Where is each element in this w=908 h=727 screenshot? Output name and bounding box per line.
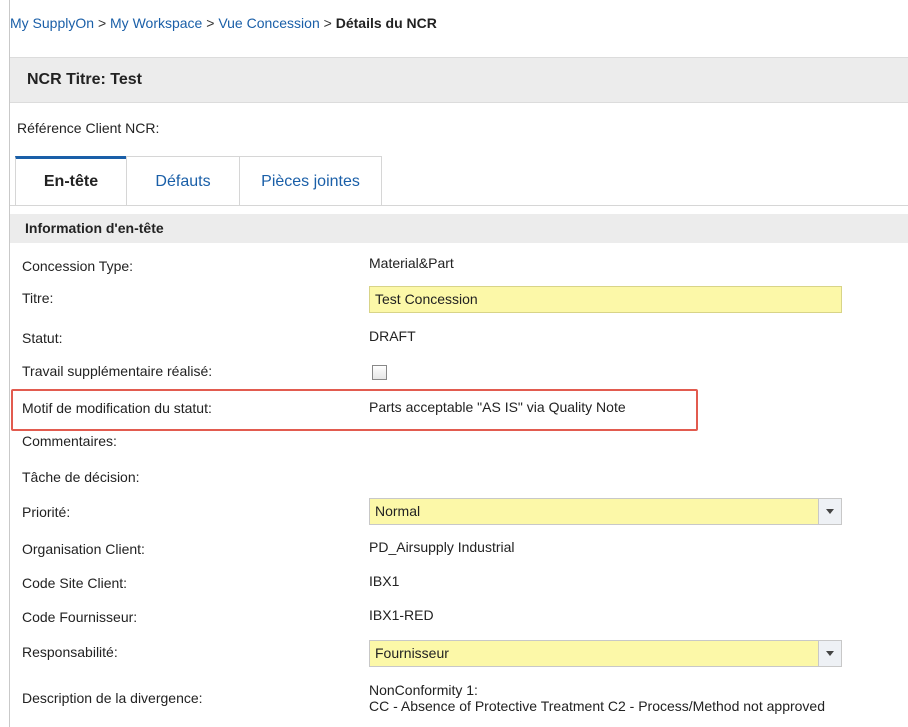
organisation-value: PD_Airsupply Industrial	[369, 539, 515, 555]
breadcrumb-link-mysupplyon[interactable]: My SupplyOn	[10, 15, 94, 31]
breadcrumb: My SupplyOn > My Workspace > Vue Concess…	[10, 15, 437, 31]
concession-type-label: Concession Type:	[22, 258, 134, 274]
breadcrumb-separator: >	[97, 15, 107, 31]
tab-divider	[10, 205, 908, 206]
responsabilite-select[interactable]: Fournisseur	[369, 640, 842, 667]
code-site-label: Code Site Client:	[22, 575, 128, 591]
organisation-label: Organisation Client:	[22, 541, 145, 557]
priorite-label: Priorité:	[22, 504, 71, 520]
description-line-1: NonConformity 1:	[369, 682, 478, 698]
tab-defauts[interactable]: Défauts	[126, 156, 240, 205]
commentaires-label: Commentaires:	[22, 433, 117, 449]
breadcrumb-link-workspace[interactable]: My Workspace	[110, 15, 202, 31]
description-label: Description de la divergence:	[22, 690, 203, 706]
responsabilite-label: Responsabilité:	[22, 644, 118, 660]
ncr-title-bar: NCR Titre: Test	[10, 57, 908, 103]
travail-label: Travail supplémentaire réalisé:	[22, 363, 213, 379]
code-fournisseur-label: Code Fournisseur:	[22, 609, 138, 625]
statut-label: Statut:	[22, 330, 63, 346]
section-title: Information d'en-tête	[25, 220, 164, 236]
titre-label: Titre:	[22, 290, 54, 306]
tache-label: Tâche de décision:	[22, 469, 140, 485]
breadcrumb-separator: >	[323, 15, 332, 31]
responsabilite-selected: Fournisseur	[375, 645, 449, 661]
breadcrumb-separator: >	[206, 15, 215, 31]
concession-type-value: Material&Part	[369, 255, 454, 271]
breadcrumb-link-concession[interactable]: Vue Concession	[218, 15, 319, 31]
tab-en-tete[interactable]: En-tête	[15, 156, 127, 205]
travail-checkbox[interactable]	[372, 365, 387, 380]
priorite-select[interactable]: Normal	[369, 498, 842, 525]
code-fournisseur-value: IBX1-RED	[369, 607, 434, 623]
chevron-down-icon[interactable]	[818, 499, 841, 524]
page-title: NCR Titre: Test	[27, 71, 142, 88]
chevron-down-icon[interactable]	[818, 641, 841, 666]
breadcrumb-current: Détails du NCR	[335, 15, 437, 31]
priorite-selected: Normal	[375, 503, 421, 519]
section-header: Information d'en-tête	[10, 214, 908, 243]
description-line-2: CC - Absence of Protective Treatment C2 …	[369, 698, 825, 714]
reference-label: Référence Client NCR:	[17, 120, 160, 136]
code-site-value: IBX1	[369, 573, 400, 589]
highlight-box	[11, 389, 698, 431]
tab-pieces-jointes[interactable]: Pièces jointes	[239, 156, 382, 205]
statut-value: DRAFT	[369, 328, 416, 344]
titre-input[interactable]: Test Concession	[369, 286, 842, 313]
